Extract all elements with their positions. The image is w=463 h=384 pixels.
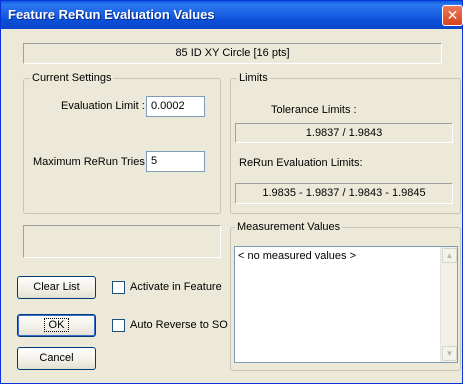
activate-in-feature-checkbox[interactable] <box>112 281 125 294</box>
limits-legend: Limits <box>237 72 270 84</box>
current-settings-legend: Current Settings <box>30 72 114 84</box>
title-bar[interactable]: Feature ReRun Evaluation Values ✕ <box>1 1 463 29</box>
tolerance-limits-label: Tolerance Limits : <box>271 104 357 116</box>
rerun-evaluation-limits-label: ReRun Evaluation Limits: <box>239 157 363 169</box>
evaluation-limit-label: Evaluation Limit : <box>61 100 145 112</box>
clear-list-button-label: Clear List <box>33 281 80 293</box>
tolerance-limits-display: 1.9837 / 1.9843 <box>235 123 453 143</box>
list-item[interactable]: < no measured values > <box>238 250 356 262</box>
measurement-values-list[interactable]: < no measured values > ▲ ▼ <box>234 246 458 363</box>
activate-in-feature-label[interactable]: Activate in Feature <box>130 281 222 293</box>
rerun-evaluation-limits-value: 1.9835 - 1.9837 / 1.9843 - 1.9845 <box>262 187 426 199</box>
ok-button-label: OK <box>43 318 70 332</box>
scroll-up-icon[interactable]: ▲ <box>442 248 457 263</box>
feature-name-text: 85 ID XY Circle [16 pts] <box>175 47 290 59</box>
status-panel <box>23 225 221 258</box>
close-icon[interactable]: ✕ <box>442 5 463 26</box>
window-title: Feature ReRun Evaluation Values <box>8 7 215 22</box>
ok-button[interactable]: OK <box>17 314 96 337</box>
max-rerun-tries-input[interactable]: 5 <box>146 151 205 172</box>
vertical-scrollbar[interactable]: ▲ ▼ <box>440 247 457 362</box>
cancel-button-label: Cancel <box>39 352 74 364</box>
tolerance-limits-value: 1.9837 / 1.9843 <box>305 127 383 139</box>
clear-list-button[interactable]: Clear List <box>17 276 96 299</box>
feature-name-display: 85 ID XY Circle [16 pts] <box>23 43 442 64</box>
cancel-button[interactable]: Cancel <box>17 347 96 370</box>
dialog-window: Feature ReRun Evaluation Values ✕ 85 ID … <box>0 0 463 384</box>
rerun-evaluation-limits-display: 1.9835 - 1.9837 / 1.9843 - 1.9845 <box>235 183 453 204</box>
auto-reverse-label[interactable]: Auto Reverse to SO <box>130 319 228 331</box>
max-rerun-tries-label: Maximum ReRun Tries : <box>33 156 151 168</box>
scroll-down-icon[interactable]: ▼ <box>442 346 457 361</box>
auto-reverse-checkbox[interactable] <box>112 319 125 332</box>
evaluation-limit-input[interactable]: 0.0002 <box>146 96 205 117</box>
measurement-values-legend: Measurement Values <box>235 221 343 233</box>
